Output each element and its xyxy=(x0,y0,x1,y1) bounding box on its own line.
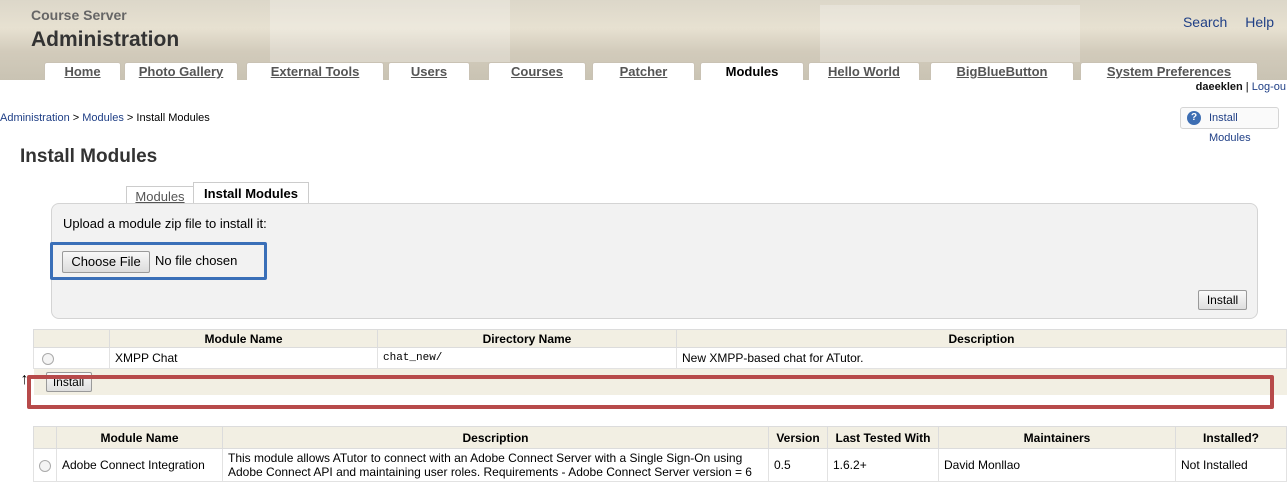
top-links: Search Help xyxy=(1169,14,1274,30)
username: daeeklen xyxy=(1195,81,1243,93)
module-description: New XMPP-based chat for ATutor. xyxy=(676,347,1287,369)
header-select xyxy=(33,329,110,348)
file-status: No file chosen xyxy=(155,253,238,268)
breadcrumb-separator: > xyxy=(72,112,80,124)
upload-panel: Upload a module zip file to install it: … xyxy=(50,203,1258,319)
header-banner: Course Server Administration Search Help… xyxy=(0,0,1287,80)
tab-photo-gallery[interactable]: Photo Gallery xyxy=(124,62,238,80)
module-name: XMPP Chat xyxy=(109,347,378,369)
breadcrumb-administration[interactable]: Administration xyxy=(0,112,70,124)
subtab-install-modules[interactable]: Install Modules xyxy=(193,182,309,205)
tab-system-preferences[interactable]: System Preferences xyxy=(1080,62,1258,80)
section-title: Administration xyxy=(31,28,180,51)
upload-install-button[interactable]: Install xyxy=(1198,290,1247,310)
tab-bigbluebutton[interactable]: BigBlueButton xyxy=(930,62,1074,80)
main-tabs: Home Photo Gallery External Tools Users … xyxy=(0,62,1287,80)
header-description: Description xyxy=(676,329,1287,348)
help-button-label: Install Modules xyxy=(1209,112,1251,144)
select-cell xyxy=(33,347,110,369)
upload-message: Upload a module zip file to install it: xyxy=(63,216,267,231)
install-modules-help-button[interactable]: ? Install Modules xyxy=(1180,107,1279,144)
logout-link[interactable]: Log-ou xyxy=(1252,81,1286,93)
header-module-name: Module Name xyxy=(109,329,378,348)
header-description: Description xyxy=(222,426,769,449)
banner-decoration xyxy=(270,0,510,62)
module-version: 0.5 xyxy=(768,448,828,482)
site-name: Course Server xyxy=(31,7,127,23)
tab-patcher[interactable]: Patcher xyxy=(592,62,695,80)
table-row[interactable]: Adobe Connect Integration This module al… xyxy=(33,448,1287,482)
choose-file-button[interactable]: Choose File xyxy=(62,251,150,273)
header-directory-name: Directory Name xyxy=(377,329,677,348)
table-row[interactable]: XMPP Chat chat_new/ New XMPP-based chat … xyxy=(33,347,1287,369)
search-link[interactable]: Search xyxy=(1183,14,1227,30)
help-link[interactable]: Help xyxy=(1245,14,1274,30)
select-cell xyxy=(33,448,57,482)
module-installed-status: Not Installed xyxy=(1175,448,1287,482)
breadcrumb: Administration > Modules > Install Modul… xyxy=(0,112,210,124)
user-info: daeeklen | Log-ou xyxy=(1195,81,1286,93)
banner-decoration xyxy=(820,5,1080,62)
module-description: This module allows ATutor to connect wit… xyxy=(222,448,769,482)
question-icon: ? xyxy=(1187,111,1201,125)
header-select xyxy=(33,426,57,449)
selected-row-highlight xyxy=(27,375,1274,409)
breadcrumb-modules[interactable]: Modules xyxy=(82,112,124,124)
file-input-highlight: Choose File No file chosen xyxy=(50,242,267,280)
breadcrumb-current: Install Modules xyxy=(136,112,210,124)
tab-home[interactable]: Home xyxy=(44,62,121,80)
header-installed: Installed? xyxy=(1175,426,1287,449)
tab-users[interactable]: Users xyxy=(388,62,470,80)
header-module-name: Module Name xyxy=(56,426,223,449)
tab-external-tools[interactable]: External Tools xyxy=(246,62,384,80)
module-name: Adobe Connect Integration xyxy=(56,448,223,482)
user-bar: daeeklen | Log-ou xyxy=(0,80,1287,98)
header-version: Version xyxy=(768,426,828,449)
available-modules-table: Module Name Description Version Last Tes… xyxy=(33,426,1287,482)
module-maintainers: David Monllao xyxy=(938,448,1176,482)
tab-hello-world[interactable]: Hello World xyxy=(808,62,920,80)
directory-name: chat_new/ xyxy=(377,347,677,369)
tab-courses[interactable]: Courses xyxy=(488,62,586,80)
page-title: Install Modules xyxy=(20,146,158,167)
module-radio[interactable] xyxy=(42,352,54,365)
header-last-tested: Last Tested With xyxy=(827,426,939,449)
header-maintainers: Maintainers xyxy=(938,426,1176,449)
module-last-tested: 1.6.2+ xyxy=(827,448,939,482)
tab-modules[interactable]: Modules xyxy=(700,62,804,80)
module-radio[interactable] xyxy=(39,459,51,472)
breadcrumb-separator: > xyxy=(126,112,134,124)
